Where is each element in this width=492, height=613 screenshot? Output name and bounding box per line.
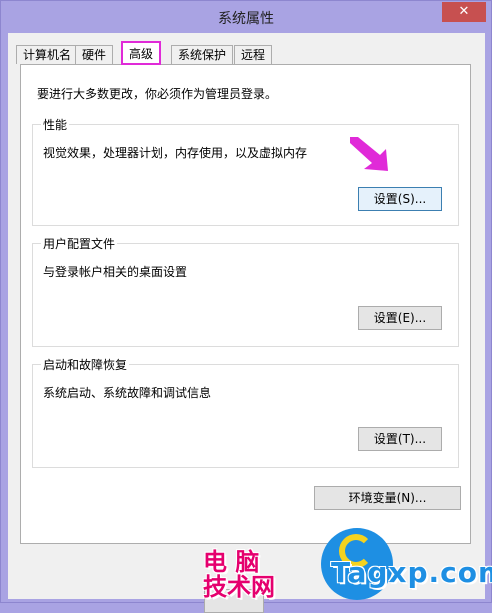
performance-settings-button[interactable]: 设置(S)... [358,187,442,211]
performance-group: 性能 视觉效果，处理器计划，内存使用，以及虚拟内存 设置(S)... [32,116,459,226]
tab-system-protection[interactable]: 系统保护 [171,45,234,64]
admin-notice: 要进行大多数更改，你必须作为管理员登录。 [37,87,278,101]
advanced-tab-panel: 要进行大多数更改，你必须作为管理员登录。 性能 视觉效果，处理器计划，内存使用，… [20,64,471,544]
environment-variables-button[interactable]: 环境变量(N)... [314,486,461,510]
close-button[interactable]: ✕ [442,2,486,22]
system-properties-window: 系统属性 ✕ 计算机名 硬件 高级 系统保护 远程 要进行大多数更改，你必须作为… [0,0,492,613]
window-title: 系统属性 [218,11,274,27]
user-profiles-group: 用户配置文件 与登录帐户相关的桌面设置 设置(E)... [32,235,459,347]
startup-recovery-settings-button[interactable]: 设置(T)... [358,427,442,451]
startup-recovery-description: 系统启动、系统故障和调试信息 [43,386,212,400]
startup-recovery-group-title: 启动和故障恢复 [41,356,130,373]
pointer-arrow-icon [350,137,388,171]
user-profiles-group-title: 用户配置文件 [41,235,118,252]
tab-hardware[interactable]: 硬件 [75,45,114,64]
tab-remote[interactable]: 远程 [234,45,273,64]
tab-advanced[interactable]: 高级 [121,41,162,65]
close-icon: ✕ [458,4,470,19]
user-profiles-description: 与登录帐户相关的桌面设置 [43,265,188,279]
watermark-cn-line1: 电 脑 [203,548,260,576]
watermark: 电 脑 技术网 Tagxp.com [203,528,492,604]
performance-description: 视觉效果，处理器计划，内存使用，以及虚拟内存 [43,146,308,160]
user-profiles-settings-button[interactable]: 设置(E)... [358,306,442,330]
watermark-cn-line2: 技术网 [203,573,275,601]
title-bar[interactable]: 系统属性 ✕ [1,1,491,33]
watermark-cn: 电 脑 技术网 [203,550,323,600]
watermark-en: Tagxp.com [331,556,492,589]
performance-group-title: 性能 [41,116,70,133]
tab-computer-name[interactable]: 计算机名 [16,45,79,64]
startup-recovery-group: 启动和故障恢复 系统启动、系统故障和调试信息 设置(T)... [32,356,459,468]
dialog-client-area: 计算机名 硬件 高级 系统保护 远程 要进行大多数更改，你必须作为管理员登录。 … [8,33,485,613]
